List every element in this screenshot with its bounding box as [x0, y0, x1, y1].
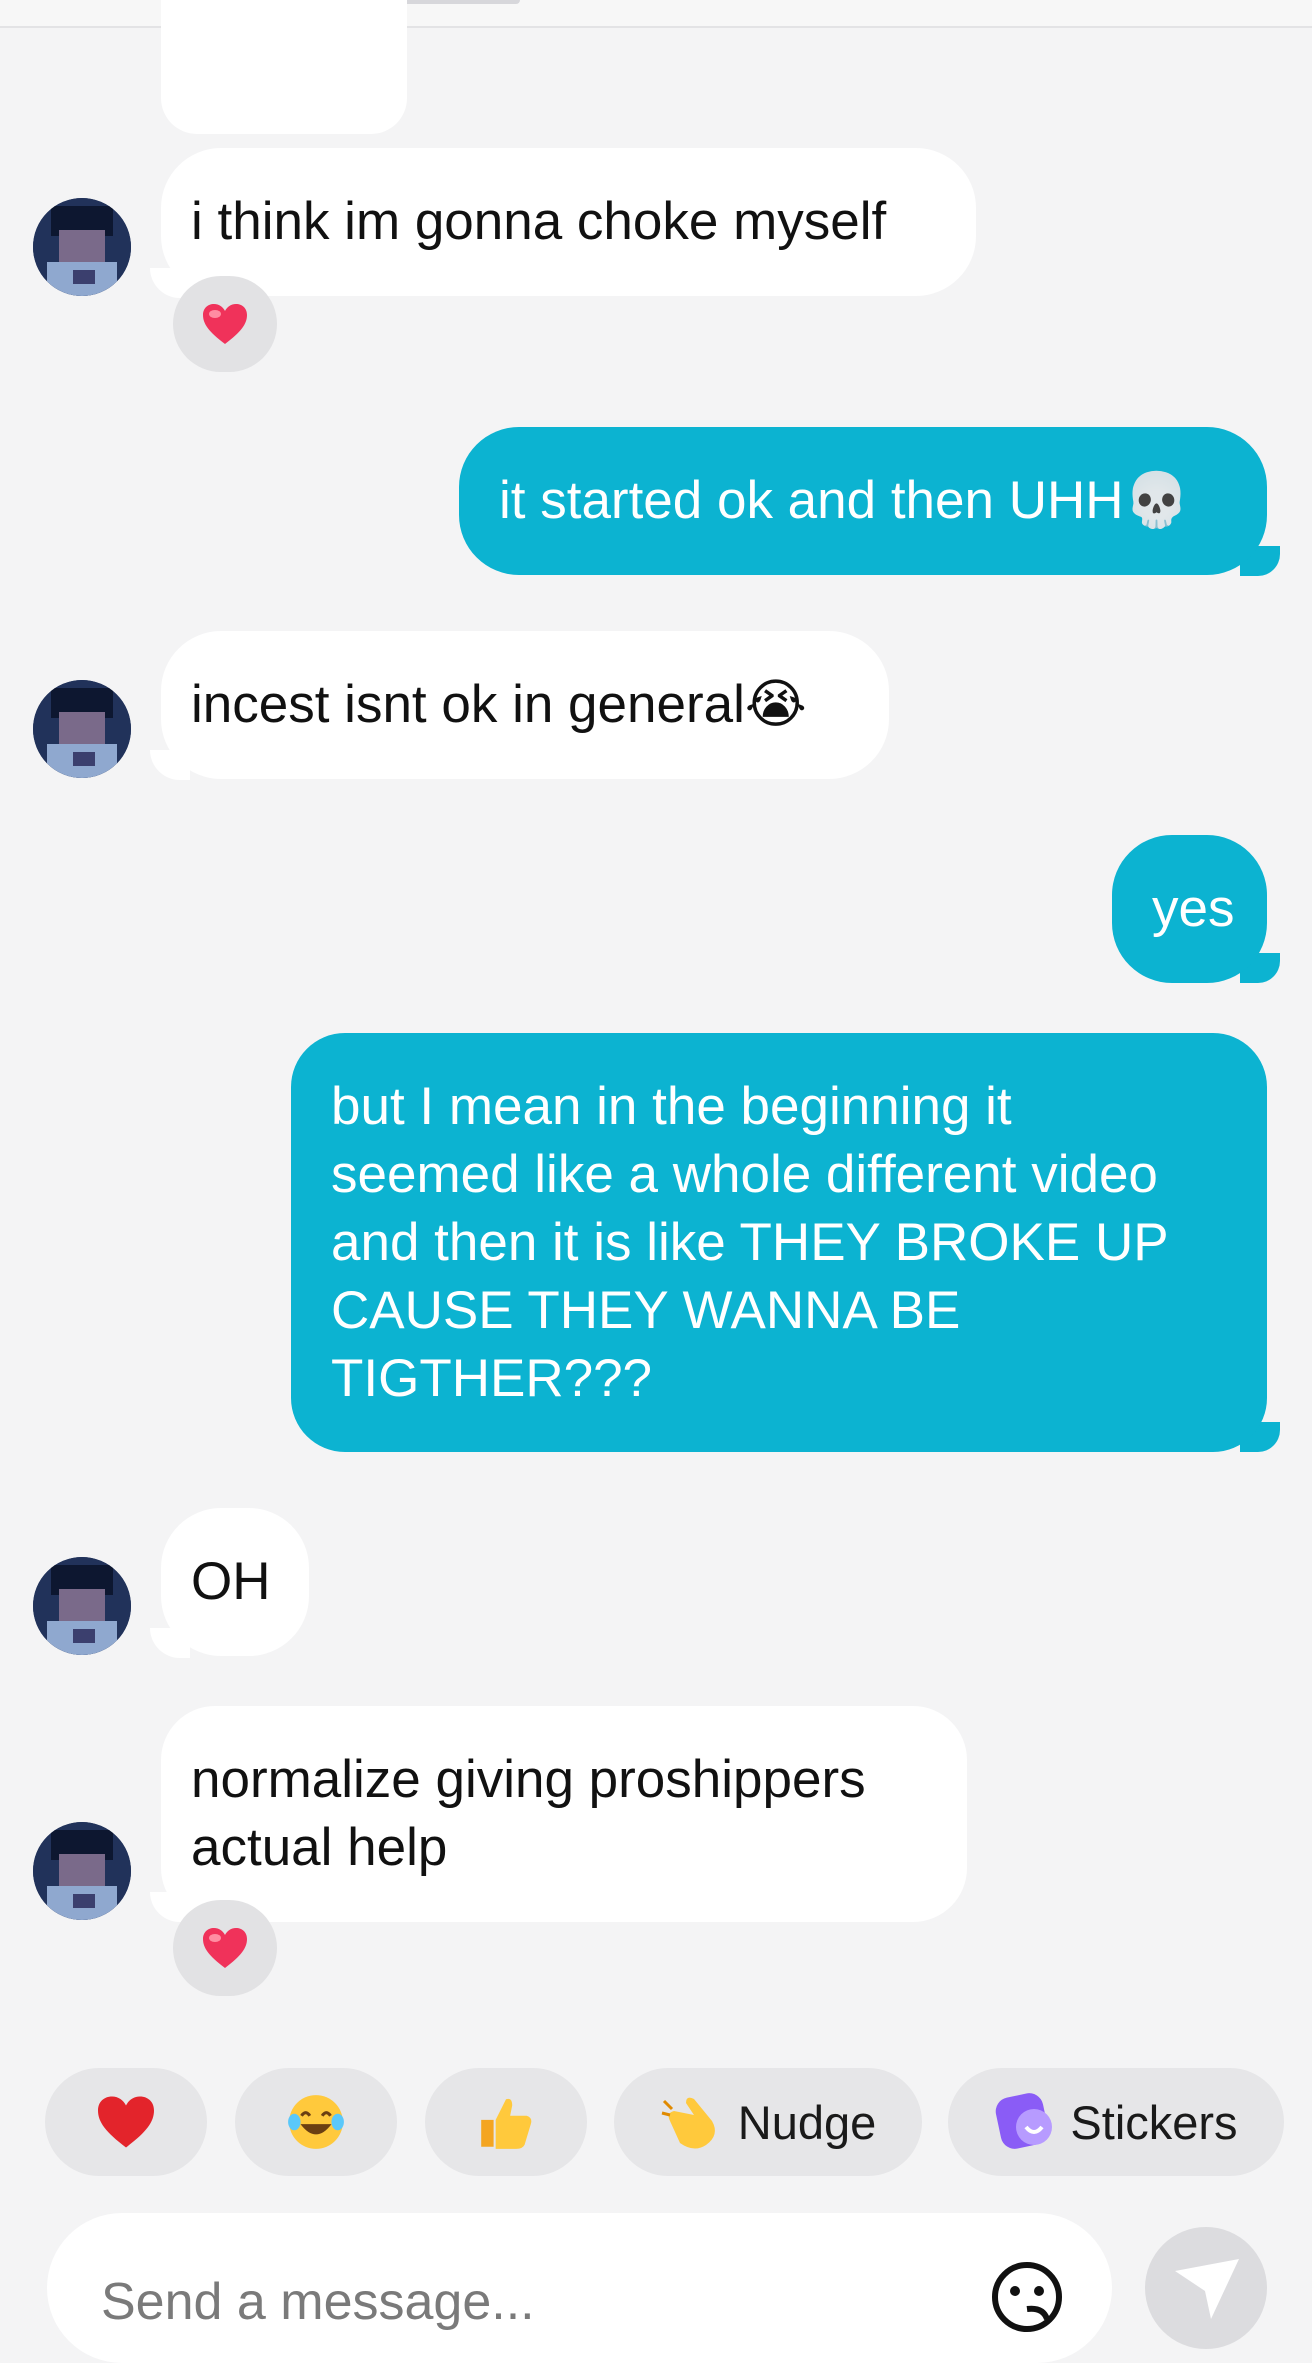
message-line: but I mean in the beginning it: [331, 1077, 1012, 1136]
quick-reaction-thumbs-up[interactable]: [425, 2068, 587, 2176]
message-bubble-sent[interactable]: but I mean in the beginning it seemed li…: [291, 1033, 1267, 1452]
sender-avatar[interactable]: [33, 1822, 131, 1920]
heart-reaction-badge[interactable]: [173, 276, 277, 372]
message-input[interactable]: [99, 2251, 963, 2353]
message-bubble-previous[interactable]: [161, 0, 407, 134]
avatar-image-icon: [33, 1557, 131, 1655]
message-bubble-sent[interactable]: yes: [1112, 835, 1267, 983]
nudge-button[interactable]: Nudge: [614, 2068, 922, 2176]
message-bubble-received[interactable]: incest isnt ok in general😭: [161, 631, 889, 779]
avatar-image-icon: [33, 198, 131, 296]
message-line: and then it is like THEY BROKE UP: [331, 1213, 1169, 1272]
message-bubble-received[interactable]: normalize giving proshippers actual help: [161, 1706, 967, 1922]
stickers-icon: [996, 2093, 1053, 2149]
message-line: seemed like a whole different video: [331, 1145, 1158, 1204]
message-line: normalize giving proshippers: [191, 1750, 866, 1809]
message-bubble-received[interactable]: i think im gonna choke myself: [161, 148, 976, 296]
message-text: i think im gonna choke myself: [191, 192, 887, 251]
nudge-label: Nudge: [737, 2095, 877, 2149]
emoji-picker-icon[interactable]: [987, 2257, 1067, 2337]
heart-reaction-badge[interactable]: [173, 1900, 277, 1996]
red-heart-icon: [98, 2096, 154, 2148]
message-composer: [47, 2213, 1112, 2363]
sender-avatar[interactable]: [33, 198, 131, 296]
send-button[interactable]: [1145, 2227, 1267, 2349]
message-bubble-received[interactable]: OH: [161, 1508, 309, 1656]
message-text: incest isnt ok in general😭: [191, 675, 807, 734]
sender-avatar[interactable]: [33, 1557, 131, 1655]
message-text: OH: [191, 1552, 271, 1611]
message-text: it started ok and then UHH💀: [499, 471, 1190, 530]
avatar-image-icon: [33, 680, 131, 778]
message-bubble-sent[interactable]: it started ok and then UHH💀: [459, 427, 1267, 575]
send-arrow-icon: [1175, 2259, 1239, 2319]
thumbs-up-icon: [481, 2098, 532, 2149]
pink-heart-icon: [203, 1928, 247, 1968]
laughing-tears-icon: [288, 2095, 344, 2149]
message-line: actual help: [191, 1818, 448, 1877]
quick-reaction-bar: Nudge Stickers: [0, 2058, 1312, 2178]
sender-avatar[interactable]: [33, 680, 131, 778]
message-line: TIGTHER???: [331, 1349, 653, 1408]
message-text: yes: [1152, 879, 1235, 938]
nudge-hand-icon: [661, 2097, 715, 2149]
quick-reaction-heart[interactable]: [45, 2068, 207, 2176]
quick-reaction-laugh[interactable]: [235, 2068, 397, 2176]
message-line: CAUSE THEY WANNA BE: [331, 1281, 961, 1340]
stickers-label: Stickers: [1070, 2095, 1238, 2149]
pink-heart-icon: [203, 304, 247, 344]
avatar-image-icon: [33, 1822, 131, 1920]
stickers-button[interactable]: Stickers: [948, 2068, 1284, 2176]
